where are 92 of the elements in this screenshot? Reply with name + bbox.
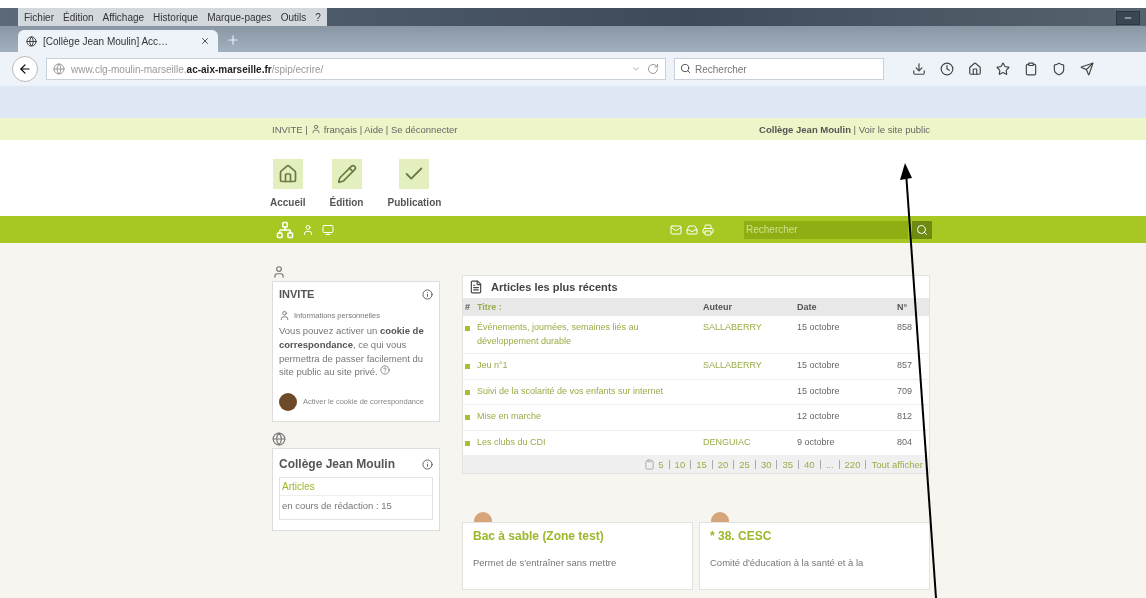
article-link[interactable]: Mise en marche (475, 405, 701, 431)
page-link[interactable]: 35 (782, 459, 794, 470)
table-cell: 857 (895, 354, 929, 380)
page-link[interactable]: 40 (804, 459, 815, 470)
home-icon (277, 164, 298, 184)
reload-icon[interactable] (647, 63, 659, 75)
table-cell: 15 octobre (795, 379, 895, 405)
menu-item[interactable]: Fichier (24, 11, 54, 23)
url-text: www.clg-moulin-marseille.ac-aix-marseille.fr/spip/ecrire/ (71, 63, 325, 75)
info-icon[interactable] (422, 458, 433, 470)
article-link[interactable]: Jeu n°1 (475, 354, 701, 380)
page-icon (644, 459, 656, 470)
site-links[interactable]: Collège Jean Moulin | Voir le site public (759, 123, 930, 135)
user-icon (310, 124, 321, 134)
column-header[interactable]: Titre : (475, 298, 701, 316)
section-title[interactable]: Bac à sable (Zone test) (473, 529, 682, 543)
section-heading: Articles (280, 478, 432, 497)
favicon-icon (26, 35, 37, 47)
page-link[interactable]: 220 (844, 459, 861, 470)
search-field[interactable]: Rechercher (744, 220, 908, 239)
page-link[interactable]: 25 (739, 459, 750, 470)
table-cell: 12 octobre (795, 405, 895, 431)
table-cell: 15 octobre (795, 316, 895, 354)
show-all-link[interactable]: Tout afficher (871, 459, 923, 470)
menu-item[interactable]: Outils (280, 11, 307, 23)
bullet-icon (465, 364, 470, 369)
globe-icon (272, 432, 286, 447)
close-icon[interactable] (200, 36, 210, 46)
page-link[interactable]: 30 (760, 459, 772, 470)
section-description: Permet de s'entraîner sans mettre (473, 557, 618, 568)
page-link[interactable]: 15 (696, 459, 707, 470)
page-link[interactable]: ... (825, 459, 834, 470)
globe-icon (53, 63, 65, 75)
table-cell: 858 (895, 316, 929, 354)
minimize-button[interactable] (1116, 11, 1140, 25)
bullet-icon (465, 415, 470, 420)
card-title: Collège Jean Moulin (279, 457, 395, 472)
nav-item[interactable]: Publication (387, 159, 442, 208)
user-icon (279, 310, 290, 321)
info-icon[interactable] (422, 288, 433, 300)
search-field[interactable]: Rechercher (674, 58, 884, 80)
search-icon (680, 63, 691, 74)
article-link[interactable]: Événements, journées, semaines liés au développement durable (475, 316, 701, 354)
bullet-icon (465, 326, 470, 331)
bullet-icon (465, 389, 470, 395)
article-count: en cours de rédaction : 15 (281, 499, 393, 514)
table-cell: 812 (895, 405, 929, 431)
folder-icon (474, 512, 492, 522)
page-link[interactable]: 20 (717, 459, 729, 470)
help-icon[interactable] (380, 365, 391, 376)
browser-tab[interactable]: [Collège Jean Moulin] Acc… (18, 30, 218, 52)
table-cell: 15 octobre (795, 354, 895, 380)
article-link[interactable]: Suivi de la scolarité de vos enfants sur internet (475, 379, 701, 405)
tab-title: [Collège Jean Moulin] Acc… (43, 35, 170, 47)
home-icon[interactable] (968, 62, 982, 76)
info-paragraph: Vous pouvez activer un cookie de correspondance, ce qui vous permettra de passer facilement du site public au site privé. (279, 324, 425, 380)
bullet-icon (465, 440, 470, 446)
section-description: Comité d'éducation à la santé et à la (710, 557, 865, 568)
search-icon (916, 223, 928, 236)
account-links[interactable]: français | Aide | Se déconnecter (323, 123, 458, 135)
panel-title: Articles les plus récents (491, 281, 618, 293)
page-link[interactable]: 10 (674, 459, 686, 470)
column-header: N° (895, 298, 929, 316)
card-title: INVITE (279, 288, 315, 300)
table-cell: 709 (895, 379, 929, 405)
download-icon[interactable] (912, 62, 926, 76)
folder-icon (711, 512, 729, 522)
search-button[interactable] (912, 220, 932, 239)
menu-item[interactable]: Marque-pages (207, 11, 272, 23)
menu-item[interactable]: ? (315, 11, 321, 23)
user-label: INVITE | (272, 123, 308, 135)
section-title[interactable]: * 38. CESC (710, 529, 919, 543)
user-icon (272, 265, 286, 279)
shield-icon[interactable] (1052, 62, 1066, 76)
column-header: # (463, 298, 475, 316)
star-icon[interactable] (996, 62, 1010, 76)
author-link[interactable]: SALLABERRY (703, 322, 762, 332)
clipboard-icon[interactable] (1024, 62, 1038, 76)
pencil-icon (336, 164, 357, 184)
column-header: Auteur (701, 298, 795, 316)
menu-item[interactable]: Édition (63, 11, 94, 23)
menu-item[interactable]: Affichage (102, 11, 145, 23)
clock-icon[interactable] (940, 62, 954, 76)
page-link[interactable]: 5 (658, 459, 664, 470)
address-field[interactable]: www.clg-moulin-marseille.ac-aix-marseille.fr/spip/ecrire/ (46, 58, 666, 80)
column-header: Date (795, 298, 895, 316)
author-link[interactable]: DENGUIAC (703, 436, 751, 447)
menu-item[interactable]: Historique (153, 11, 199, 23)
send-icon[interactable] (1080, 62, 1094, 76)
author-link[interactable]: SALLABERRY (703, 360, 762, 370)
document-icon (469, 280, 483, 294)
back-button[interactable] (12, 56, 38, 82)
